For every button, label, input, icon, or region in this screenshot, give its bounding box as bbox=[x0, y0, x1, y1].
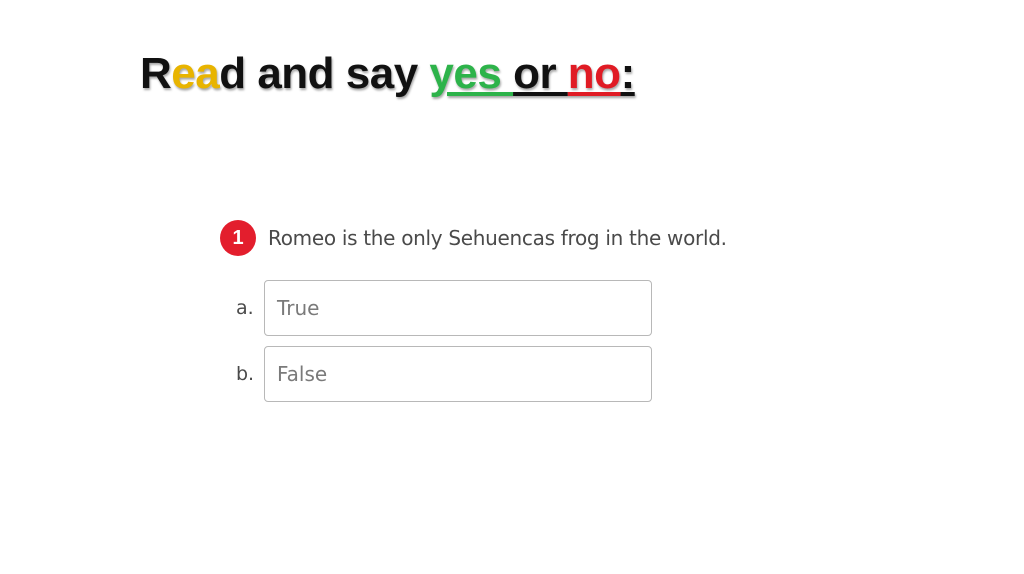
option-letter-a: a. bbox=[236, 297, 254, 319]
question-number-badge: 1 bbox=[220, 220, 256, 256]
title-colon: : bbox=[620, 49, 636, 98]
answer-option-b: b. False bbox=[236, 346, 652, 402]
answer-false-button[interactable]: False bbox=[264, 346, 652, 402]
title-word-or: or bbox=[513, 49, 568, 98]
title-part-ea: ea bbox=[171, 49, 220, 98]
option-letter-b: b. bbox=[236, 363, 255, 385]
question-row: 1 Romeo is the only Sehuencas frog in th… bbox=[220, 218, 727, 258]
title-word-no: no bbox=[567, 49, 621, 98]
slide-title: Read and say yes or no: bbox=[140, 44, 635, 104]
title-part-r: R bbox=[140, 49, 172, 98]
title-part-d-and-say: d and say bbox=[219, 49, 430, 98]
answer-true-button[interactable]: True bbox=[264, 280, 652, 336]
title-word-yes: yes bbox=[429, 49, 514, 98]
answer-option-a: a. True bbox=[236, 280, 652, 336]
question-text: Romeo is the only Sehuencas frog in the … bbox=[268, 226, 727, 250]
